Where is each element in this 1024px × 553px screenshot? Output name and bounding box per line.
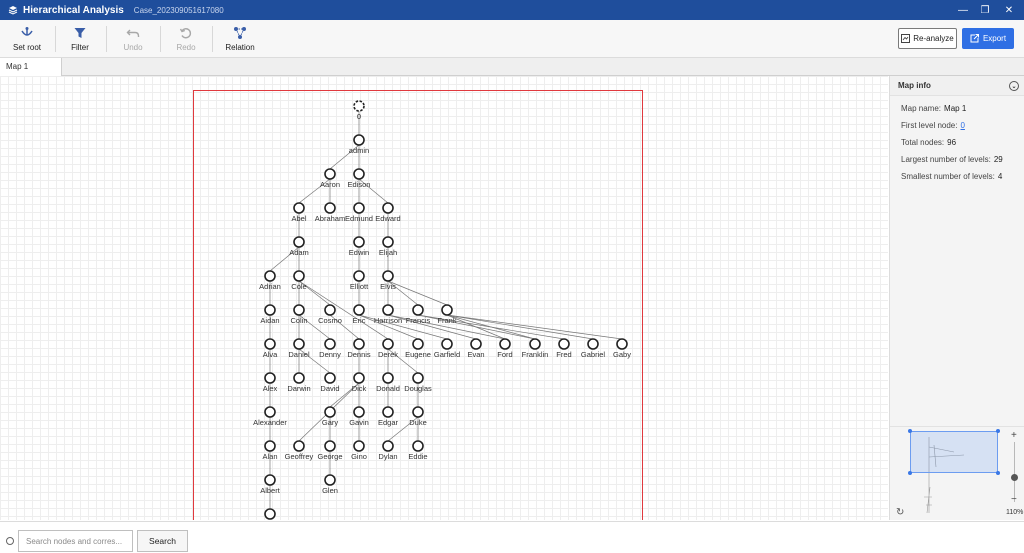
relation-icon: [234, 26, 246, 39]
undo-icon: [126, 29, 140, 37]
resize-handle[interactable]: [996, 471, 1000, 475]
selection-frame: [193, 90, 643, 520]
info-map-name: Map name: Map 1: [890, 100, 1024, 117]
export-label: Export: [982, 34, 1007, 43]
minimap[interactable]: + − 110% ↻: [890, 426, 1024, 520]
redo-button[interactable]: Redo: [168, 20, 204, 57]
panel-title: Map info: [898, 81, 931, 90]
case-id: Case_202309051617080: [133, 5, 224, 15]
info-value: 29: [993, 155, 1003, 164]
info-label: Largest number of levels:: [901, 155, 991, 164]
search-bar: Search: [0, 521, 1024, 553]
redo-label: Redo: [176, 42, 196, 52]
chevron-down-icon[interactable]: ⌄: [1009, 81, 1019, 91]
zoom-in-button[interactable]: +: [1011, 430, 1017, 441]
export-button[interactable]: Export: [962, 28, 1014, 49]
minimap-viewport[interactable]: [908, 429, 1000, 475]
relation-button[interactable]: Relation: [220, 20, 260, 57]
export-icon: [970, 34, 979, 43]
undo-label: Undo: [123, 42, 143, 52]
toolbar-divider: [212, 26, 213, 52]
toolbar-divider: [106, 26, 107, 52]
filter-icon: [74, 27, 86, 38]
zoom-out-button[interactable]: −: [1011, 494, 1017, 505]
info-label: Total nodes:: [901, 138, 945, 147]
panel-header: Map info ⌄: [890, 76, 1024, 96]
toolbar: Set root Filter Undo Redo Relation Re-an…: [0, 20, 1024, 58]
reanalyze-icon: [901, 34, 911, 43]
tab-bar: Map 1: [0, 58, 1024, 76]
info-value: 96: [947, 138, 957, 147]
info-label: First level node:: [901, 121, 958, 130]
filter-button[interactable]: Filter: [62, 20, 98, 57]
reanalyze-label: Re-analyze: [913, 34, 954, 43]
info-label: Map name:: [901, 104, 942, 113]
info-value: Map 1: [944, 104, 967, 113]
set-root-icon: [21, 26, 33, 36]
info-first-level-node: First level node: 0: [890, 117, 1024, 134]
filter-label: Filter: [71, 42, 89, 52]
undo-button[interactable]: Undo: [115, 20, 151, 57]
reanalyze-button[interactable]: Re-analyze: [898, 28, 957, 49]
info-label: Smallest number of levels:: [901, 172, 995, 181]
info-value: 4: [997, 172, 1003, 181]
resize-handle[interactable]: [996, 429, 1000, 433]
zoom-slider[interactable]: [1014, 442, 1015, 502]
resize-handle[interactable]: [908, 471, 912, 475]
set-root-button[interactable]: Set root: [5, 20, 49, 57]
zoom-level: 110%: [1006, 509, 1024, 516]
search-button[interactable]: Search: [137, 530, 188, 552]
info-largest-levels: Largest number of levels: 29: [890, 151, 1024, 168]
zoom-slider-knob[interactable]: [1011, 474, 1018, 481]
tab-map-1[interactable]: Map 1: [0, 58, 62, 76]
layers-icon: [8, 6, 18, 15]
title-bar: Hierarchical Analysis Case_2023090516170…: [0, 0, 1024, 20]
map-info-panel: Map info ⌄ Map name: Map 1 First level n…: [889, 76, 1024, 520]
search-scope-icon[interactable]: [6, 537, 14, 545]
graph-canvas[interactable]: 0 admin Aaron Edison Abel Abraham Edmund Edward…: [0, 76, 888, 520]
toolbar-divider: [160, 26, 161, 52]
search-input[interactable]: [18, 530, 133, 552]
toolbar-divider: [55, 26, 56, 52]
info-total-nodes: Total nodes: 96: [890, 134, 1024, 151]
redo-icon: [179, 27, 192, 38]
close-button[interactable]: ✕: [996, 0, 1022, 20]
first-level-node-link[interactable]: 0: [960, 121, 964, 130]
info-smallest-levels: Smallest number of levels: 4: [890, 168, 1024, 185]
restore-button[interactable]: ❐: [972, 0, 998, 20]
resize-handle[interactable]: [908, 429, 912, 433]
set-root-label: Set root: [12, 42, 41, 52]
refresh-icon[interactable]: ↻: [896, 507, 906, 518]
relation-label: Relation: [225, 42, 255, 52]
app-title: Hierarchical Analysis: [23, 4, 124, 16]
